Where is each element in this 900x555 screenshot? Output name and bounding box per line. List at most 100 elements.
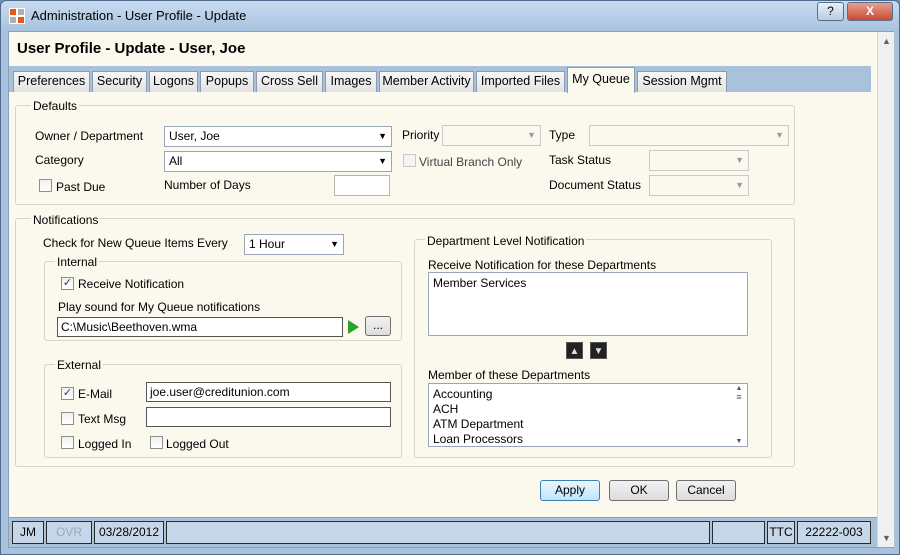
scroll-up-icon[interactable]: ▲	[732, 385, 746, 392]
category-value: All	[169, 154, 183, 168]
status-ovr: OVR	[46, 521, 92, 544]
number-of-days-label: Number of Days	[164, 178, 251, 192]
client-area: User Profile - Update - User, Joe Prefer…	[8, 31, 894, 548]
play-sound-label: Play sound for My Queue notifications	[58, 300, 261, 314]
number-of-days-input[interactable]	[334, 175, 390, 196]
category-label: Category	[35, 153, 84, 167]
chevron-down-icon: ▼	[378, 156, 387, 166]
tab-logons[interactable]: Logons	[149, 71, 198, 92]
receive-notification-label: Receive Notification	[78, 277, 185, 291]
external-group-label: External	[55, 358, 104, 372]
main-window: Administration - User Profile - Update ?…	[0, 0, 900, 555]
logged-in-checkbox[interactable]	[61, 436, 74, 449]
logged-in-label: Logged In	[78, 437, 132, 451]
status-code: 22222-003	[797, 521, 871, 544]
priority-select[interactable]: ▼	[442, 125, 541, 146]
sound-file-input[interactable]: C:\Music\Beethoven.wma	[57, 317, 343, 337]
status-user: JM	[12, 521, 44, 544]
close-button[interactable]: X	[847, 2, 893, 21]
arrow-up-icon: ▲	[569, 346, 580, 357]
ok-button[interactable]: OK	[609, 480, 669, 501]
chevron-down-icon: ▼	[330, 239, 339, 249]
department-group-label: Department Level Notification	[425, 234, 587, 248]
move-up-button[interactable]: ▲	[566, 342, 583, 359]
check-every-select[interactable]: 1 Hour ▼	[244, 234, 344, 255]
check-every-label: Check for New Queue Items Every	[43, 236, 228, 250]
priority-label: Priority	[402, 128, 440, 142]
scroll-down-icon[interactable]: ▼	[732, 438, 746, 445]
task-status-select[interactable]: ▼	[649, 150, 749, 171]
chevron-down-icon: ▼	[527, 130, 536, 140]
tab-imported-files[interactable]: Imported Files	[476, 71, 565, 92]
virtual-branch-label: Virtual Branch Only	[419, 155, 523, 169]
tab-strip: Preferences Security Logons Popups Cross…	[9, 66, 871, 93]
email-label: E-Mail	[78, 387, 113, 401]
tab-preferences[interactable]: Preferences	[13, 71, 90, 92]
tab-my-queue[interactable]: My Queue	[567, 67, 635, 93]
tab-cross-sell[interactable]: Cross Sell	[256, 71, 323, 92]
browse-button[interactable]: ...	[365, 316, 391, 336]
member-departments-list[interactable]: Accounting ACH ATM Department Loan Proce…	[428, 383, 748, 447]
move-down-button[interactable]: ▼	[590, 342, 607, 359]
internal-group-label: Internal	[55, 255, 100, 269]
receive-departments-label: Receive Notification for these Departmen…	[428, 258, 657, 272]
tab-popups[interactable]: Popups	[200, 71, 254, 92]
list-item[interactable]: Loan Processors	[429, 432, 747, 447]
list-item[interactable]: ACH	[429, 402, 747, 417]
owner-department-label: Owner / Department	[35, 129, 144, 143]
tab-member-activity[interactable]: Member Activity	[379, 71, 474, 92]
list-scrollbar[interactable]: ▲ ≡ ▼	[732, 385, 746, 445]
status-ttc: TTC	[767, 521, 795, 544]
scroll-up-icon[interactable]: ▲	[882, 36, 891, 46]
arrow-down-icon: ▼	[593, 346, 604, 357]
logged-out-checkbox[interactable]	[150, 436, 163, 449]
status-date: 03/28/2012	[94, 521, 164, 544]
owner-department-value: User, Joe	[169, 129, 220, 143]
receive-departments-list[interactable]: Member Services	[428, 272, 748, 336]
receive-notification-checkbox[interactable]: ✓	[61, 277, 74, 290]
help-button[interactable]: ?	[817, 2, 844, 21]
chevron-down-icon: ▼	[378, 131, 387, 141]
scroll-down-icon[interactable]: ▼	[882, 533, 891, 543]
document-status-label: Document Status	[549, 178, 642, 192]
chevron-down-icon: ▼	[775, 130, 784, 140]
status-blank	[712, 521, 765, 544]
scroll-thumb-icon[interactable]: ≡	[732, 392, 746, 402]
text-msg-input[interactable]	[146, 407, 391, 427]
tab-session-mgmt[interactable]: Session Mgmt	[637, 71, 727, 92]
text-msg-label: Text Msg	[78, 412, 127, 426]
status-message	[166, 521, 710, 544]
app-logo-icon	[9, 8, 25, 24]
member-departments-label: Member of these Departments	[428, 368, 591, 382]
notifications-group-label: Notifications	[31, 213, 101, 227]
document-status-select[interactable]: ▼	[649, 175, 749, 196]
window-scrollbar[interactable]: ▲ ▼	[877, 32, 894, 547]
email-checkbox[interactable]: ✓	[61, 387, 74, 400]
defaults-group-label: Defaults	[31, 99, 80, 113]
list-item[interactable]: Member Services	[429, 276, 747, 291]
past-due-label: Past Due	[56, 180, 106, 194]
tab-images[interactable]: Images	[325, 71, 377, 92]
status-bar: JM OVR 03/28/2012 TTC 22222-003	[9, 517, 877, 547]
past-due-checkbox[interactable]	[39, 179, 52, 192]
cancel-button[interactable]: Cancel	[676, 480, 736, 501]
play-icon[interactable]	[348, 320, 359, 334]
chevron-down-icon: ▼	[735, 155, 744, 165]
check-every-value: 1 Hour	[249, 237, 286, 251]
task-status-label: Task Status	[549, 153, 612, 167]
type-select[interactable]: ▼	[589, 125, 789, 146]
tab-security[interactable]: Security	[92, 71, 147, 92]
email-input[interactable]: joe.user@creditunion.com	[146, 382, 391, 402]
category-select[interactable]: All ▼	[164, 151, 392, 172]
type-label: Type	[549, 128, 576, 142]
title-bar[interactable]: Administration - User Profile - Update ?…	[1, 1, 899, 31]
owner-department-select[interactable]: User, Joe ▼	[164, 126, 392, 147]
list-item[interactable]: Accounting	[429, 387, 747, 402]
window-title: Administration - User Profile - Update	[31, 8, 247, 23]
list-item[interactable]: ATM Department	[429, 417, 747, 432]
page-title: User Profile - Update - User, Joe	[17, 40, 246, 57]
virtual-branch-checkbox[interactable]	[403, 154, 416, 167]
text-msg-checkbox[interactable]	[61, 412, 74, 425]
apply-button[interactable]: Apply	[540, 480, 600, 501]
chevron-down-icon: ▼	[735, 180, 744, 190]
